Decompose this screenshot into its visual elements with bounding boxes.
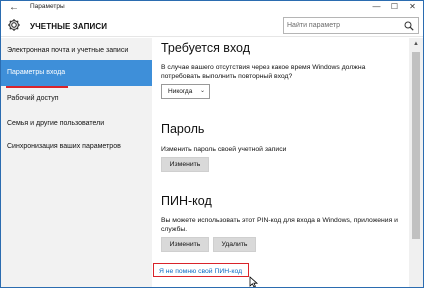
sidebar-item-sync[interactable]: Синхронизация ваших параметров (1, 134, 152, 160)
pin-description: Вы можете использовать этот PIN-код для … (161, 217, 398, 233)
pin-remove-button[interactable]: Удалить (213, 237, 256, 252)
search-box[interactable] (283, 17, 419, 34)
password-change-button[interactable]: Изменить (161, 157, 209, 172)
sidebar-item-signin-options[interactable]: Параметры входа (1, 60, 152, 88)
pin-heading: ПИН-код (161, 194, 212, 208)
signin-required-heading: Требуется вход (161, 41, 251, 55)
scroll-thumb[interactable] (412, 52, 420, 239)
scrollbar[interactable]: ▲ (409, 38, 423, 287)
minimize-button[interactable]: — (368, 1, 385, 14)
search-input[interactable] (287, 18, 399, 33)
scroll-up-arrow-icon[interactable]: ▲ (409, 38, 423, 50)
link-highlight-box (153, 263, 249, 277)
signin-required-description: В случае вашего отсутствия через какое в… (161, 64, 366, 80)
window-title: Параметры (30, 3, 65, 10)
sidebar: Электронная почта и учетные записи Парам… (1, 38, 152, 287)
close-button[interactable]: ✕ (404, 1, 421, 14)
back-arrow-icon[interactable]: ← (8, 2, 20, 13)
pin-change-button[interactable]: Изменить (161, 237, 209, 252)
signin-required-dropdown[interactable]: Никогда ⌄ (161, 84, 210, 99)
mouse-cursor-icon (249, 276, 259, 287)
gear-icon (8, 19, 20, 31)
section-title: УЧЕТНЫЕ ЗАПИСИ (30, 22, 108, 31)
maximize-button[interactable]: ☐ (386, 1, 403, 14)
settings-window: ← Параметры — ☐ ✕ УЧЕТНЫЕ ЗАПИСИ Электро… (0, 0, 424, 288)
password-heading: Пароль (161, 122, 205, 136)
sidebar-item-work-access[interactable]: Рабочий доступ (1, 86, 152, 112)
title-bar: ← Параметры — ☐ ✕ (1, 1, 423, 14)
search-icon[interactable] (404, 21, 414, 31)
password-description: Изменить пароль своей учетной записи (161, 146, 287, 153)
chevron-down-icon: ⌄ (199, 88, 205, 94)
dropdown-value: Никогда (168, 88, 193, 95)
page-header: УЧЕТНЫЕ ЗАПИСИ (1, 14, 423, 37)
sidebar-item-label: Параметры входа (7, 69, 66, 76)
main-content: Требуется вход В случае вашего отсутстви… (152, 38, 409, 287)
